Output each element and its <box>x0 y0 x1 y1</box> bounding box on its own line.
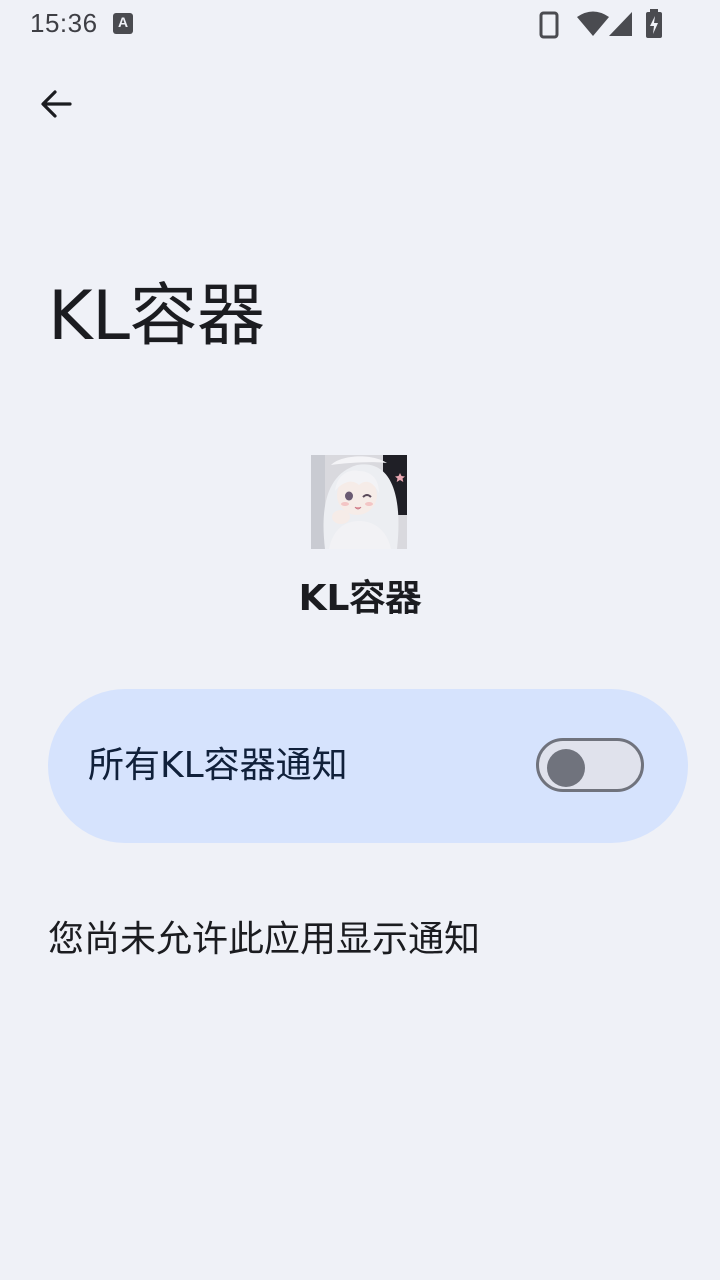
app-name: KL容器 <box>298 578 422 619</box>
back-button[interactable] <box>24 72 88 136</box>
all-notifications-toggle-row[interactable]: 所有KL容器通知 <box>48 689 688 843</box>
keyboard-notification-icon: A <box>113 13 133 34</box>
battery-charging-icon <box>646 9 662 38</box>
status-bar: 15:36 A <box>0 0 720 48</box>
status-icons <box>520 0 720 48</box>
switch-thumb <box>547 749 585 787</box>
notifications-switch[interactable] <box>536 738 644 792</box>
phone-icon <box>539 11 559 39</box>
app-avatar-icon <box>311 455 407 549</box>
arrow-back-icon <box>41 90 72 118</box>
wifi-icon <box>577 11 609 36</box>
notifications-disabled-message: 您尚未允许此应用显示通知 <box>48 919 481 960</box>
signal-icon <box>609 12 632 36</box>
page-title: KL容器 <box>48 277 265 356</box>
all-notifications-label: 所有KL容器通知 <box>88 745 348 786</box>
status-time: 15:36 <box>30 8 98 38</box>
